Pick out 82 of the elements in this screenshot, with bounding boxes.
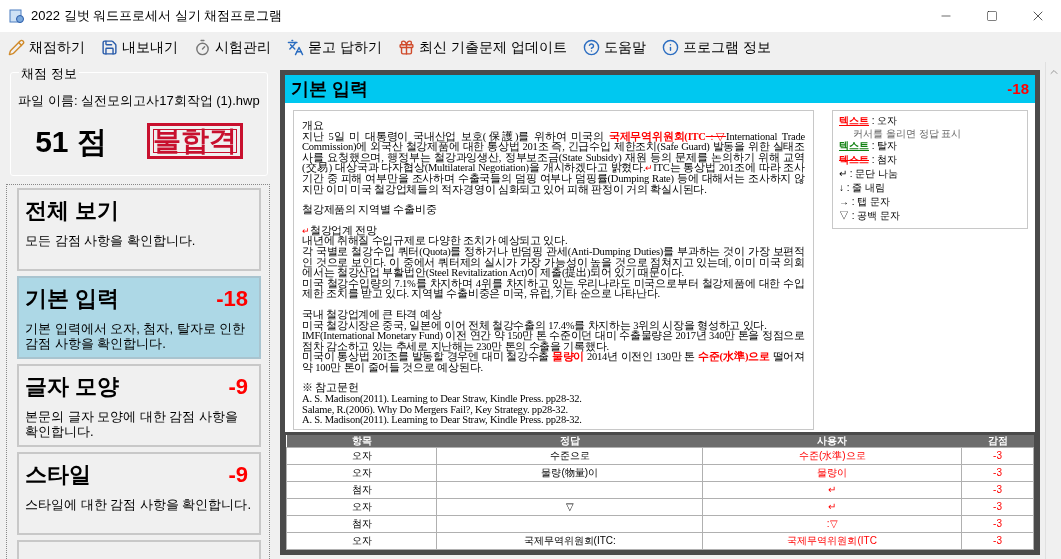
table-cell: -3 [993, 535, 1002, 546]
gift-icon [397, 38, 415, 56]
legend-item: 텍스트 : 탈자 [839, 139, 899, 153]
table-cell: :▽ [826, 518, 838, 529]
category-title: 기본 입력 [25, 285, 120, 313]
legend-note: 커서를 올리면 정답 표시 [852, 128, 963, 139]
document-paragraph: ↵철강업계 전망 [302, 225, 378, 237]
table-cell: 오자 [351, 501, 372, 512]
translate-icon [287, 38, 304, 56]
menu-item[interactable]: 채점하기 [8, 36, 85, 58]
help-icon [582, 38, 600, 56]
category-card[interactable]: 글자 모양 -9 본문의 글자 모양에 대한 감점 사항을 확인합니다. [17, 364, 261, 447]
category-title: 전체 보기 [25, 197, 120, 225]
document-paragraph: A. S. Madison(2011). Learning to Dear Straw, Kindle Press. pp28-32. [302, 394, 583, 405]
table-cell: 수준(水準)으로 [798, 450, 866, 461]
legend-item: ↓ : 줄 내림 [839, 181, 887, 195]
menu-item[interactable]: 묻고 답하기 [287, 36, 382, 58]
legend-item: 텍스트 : 오자 [839, 114, 899, 128]
document-paragraph: 미국 철강수입량의 7.1%를 차지하며 4위를 차지하고 있는 우리나라도 미국으로부터 철강제품에 대한 수입제한 조치를 받고 있다. 지역별 수출비중은 미국, 유럽, 기타 순으로 나타난다. [302, 278, 805, 300]
table-cell: -3 [993, 484, 1002, 495]
category-description: 모든 감점 사항을 확인합니다. [25, 233, 197, 248]
table-cell: 오자 [351, 450, 372, 461]
table-cell: ↵ [828, 484, 837, 495]
table-cell: 첨자 [351, 518, 372, 529]
file-name: 파일 이름: 실전모의고사17회작업 (1).hwp [18, 92, 260, 110]
category-card[interactable]: 전체 보기 모든 감점 사항을 확인합니다. [17, 188, 261, 271]
document-paragraph: 미국이 통상법 201조를 발동할 경우엔 대미 철강수출 물량이 2014년 이전인 130만 톤 수준(水準)으로 떨어져 약 100만 톤이 줄어들 것으로 예상된다. [302, 352, 805, 374]
column-header: 정답 [436, 434, 703, 448]
legend-item: 텍스트 : 첨자 [839, 153, 899, 167]
document-paragraph: ※ 참고문헌 [302, 383, 360, 395]
table-cell: 오자 [351, 535, 372, 546]
info-icon [661, 38, 679, 56]
document-paragraph: 철강제품의 지역별 수출비중 [302, 205, 438, 216]
column-header: 사용자 [702, 434, 962, 448]
score: 51 점 [35, 123, 107, 160]
menu-item[interactable]: 시험관리 [194, 36, 271, 58]
app-icon [9, 8, 25, 24]
document-paragraph: 지난 5일 미 대통령이 국내산업 보호(保護)를 위하여 미국의 국제무역위원회(ITC :▽International Trade Commission)에 외국산 철강제품에 대한 통상법 201조 즉, 긴급수입 제한조치(Safe Guard) 발동을 위한 실태조사를 요청했으며, 행정부는 철강과잉생산, 정부보조금(State Subsidy) 재원 등의 문제를 논의하기 위해 교역(交易) 대상국과 다자협상(Multilateral Negotiation)을 개시하겠다고 밝혔다.↵ITC는 통상법 201조에 따라 조사기간 중 피해 여부만을 조사하며 수출국들의 덤핑 여부나 덤핑률(Dumping Rate) 등에 대해서는 조사하지 않지만 이미 미국 철강업체들의 적자경영이 심화되고 있어 피해 판정이 거의 확실시된다. [302, 131, 805, 196]
column-header: 감점 [961, 434, 1034, 448]
table-cell: -3 [993, 518, 1002, 529]
table-cell: 첨자 [351, 484, 372, 495]
category-title: 글자 모양 [25, 373, 120, 401]
category-deduction: -18 [216, 285, 248, 313]
menu-item[interactable]: 프로그램 정보 [661, 36, 771, 58]
category-description: 스타일에 대한 감점 사항을 확인합니다. [25, 497, 253, 512]
table-cell: 수준으로 [549, 450, 590, 461]
category-description: 기본 입력에서 오자, 첨자, 탈자로 인한 감점 사항을 확인합니다. [25, 321, 247, 351]
table-cell: -3 [993, 450, 1002, 461]
section-deduction: -18 [1007, 78, 1029, 99]
table-cell: -3 [993, 467, 1002, 478]
category-deduction: -9 [228, 461, 248, 489]
window-title: 2022 길벗 워드프로세서 실기 채점프로그램 [31, 7, 283, 26]
document-paragraph: 내년에 취해질 수입규제로 다양한 조치가 예상되고 있다. [302, 236, 568, 247]
menu-item[interactable]: 최신 기출문제 업데이트 [397, 36, 567, 58]
legend-item: ▽ : 공백 문자 [839, 209, 902, 223]
document-paragraph: Salame, R.(2006). Why Do Mergers Fail?, Key Strategy. pp28-32. [302, 404, 568, 416]
document-paragraph: A. S. Madison(2011). Learning to Dear Straw, Kindle Press. pp28-32. [302, 415, 583, 426]
table-cell: ▽ [565, 501, 574, 512]
menu-item[interactable]: 내보내기 [101, 36, 178, 58]
table-cell: ↵ [828, 501, 837, 512]
stopwatch-icon [194, 38, 211, 56]
category-card[interactable]: 스타일 -9 스타일에 대한 감점 사항을 확인합니다. [17, 452, 261, 535]
legend-item: → : 탭 문자 [839, 195, 892, 209]
document-paragraph: 개요 [302, 121, 325, 132]
table-cell: 국제무역위원회(ITC [787, 535, 877, 546]
column-header: 항목 [286, 434, 437, 448]
category-deduction: -9 [228, 373, 248, 401]
legend-item: ↵ : 문단 나눔 [839, 167, 900, 181]
document-paragraph: 각 국별로 철강수입 쿼터(Quota)를 정하거나 반덤핑 관세(Anti-Dumping Duties)를 부과하는 것이 가장 보편적인 것으로 보인다. 이 중에서 쿼터제의 실시가 가장 가능성이 높을 것으로 점쳐지고 있는데, 이미 미국 의회에서는 철강산업 부활법안(Steel Revitalization Act)이 제출(提出)되어 있기 때문이다. [302, 246, 805, 279]
table-cell: 물량이 [817, 467, 848, 478]
menu-item[interactable]: 도움말 [582, 36, 646, 58]
category-title: 스타일 [25, 461, 91, 489]
table-cell: 국제무역위원회(ITC: [523, 535, 616, 546]
section-title: 기본 입력 [291, 77, 368, 101]
category-description: 본문의 글자 모양에 대한 감점 사항을 확인합니다. [25, 409, 240, 439]
category-card[interactable]: 기본 입력 -18 기본 입력에서 오자, 첨자, 탈자로 인한 감점 사항을 확인합니다. [17, 276, 261, 359]
pencil-icon [8, 38, 25, 56]
table-cell: 물량(物量)이 [541, 467, 599, 478]
table-cell: -3 [993, 501, 1002, 512]
maximize-icon [986, 10, 998, 22]
table-cell: 오자 [351, 467, 372, 478]
document-paragraph: 국내 철강업계에 큰 타격 예상 [302, 309, 443, 321]
